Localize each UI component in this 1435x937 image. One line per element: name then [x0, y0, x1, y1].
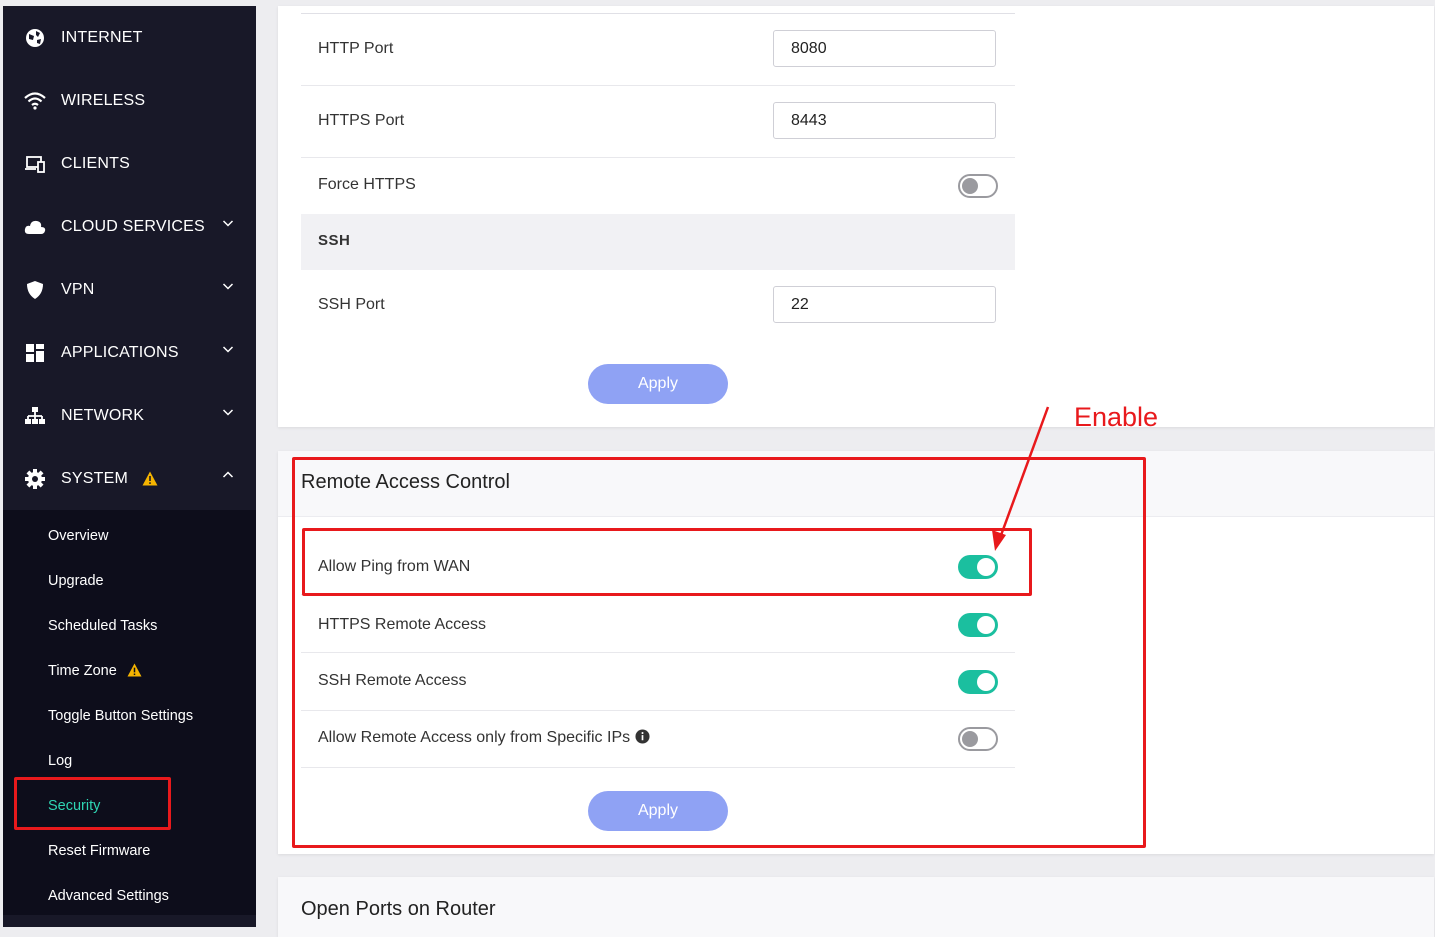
open-ports-card-header: Open Ports on Router: [278, 877, 1434, 937]
ssh-remote-access-toggle[interactable]: [958, 670, 998, 694]
ssh-section-title: SSH: [318, 232, 351, 249]
gear-icon: [24, 468, 46, 490]
specific-ips-toggle[interactable]: [958, 727, 998, 751]
sidebar-item-label: INTERNET: [61, 28, 143, 46]
ssh-port-input[interactable]: [773, 286, 996, 323]
network-icon: [24, 405, 46, 427]
info-icon[interactable]: [635, 729, 650, 744]
submenu-item-log[interactable]: Log: [48, 749, 72, 773]
https-port-input[interactable]: [773, 102, 996, 139]
ssh-remote-access-row: SSH Remote Access: [301, 653, 1015, 711]
apps-grid-icon: [24, 342, 46, 364]
globe-icon: [24, 27, 46, 49]
sidebar-item-label: WIRELESS: [61, 91, 146, 109]
submenu-item-reset-firmware[interactable]: Reset Firmware: [48, 839, 150, 863]
sidebar-item-cloud-services[interactable]: CLOUD SERVICES: [3, 195, 256, 258]
remote-access-card-header: Remote Access Control: [278, 451, 1434, 517]
force-https-row: Force HTTPS: [301, 158, 1015, 214]
remote-access-card: Remote Access Control Allow Ping from WA…: [278, 451, 1434, 854]
allow-ping-toggle[interactable]: [958, 555, 998, 579]
ssh-port-label: SSH Port: [318, 296, 385, 313]
http-port-input[interactable]: [773, 30, 996, 67]
force-https-label: Force HTTPS: [318, 176, 416, 193]
sidebar-item-wireless[interactable]: WIRELESS: [3, 69, 256, 132]
submenu-item-upgrade[interactable]: Upgrade: [48, 569, 104, 593]
open-ports-title: Open Ports on Router: [301, 898, 496, 920]
chevron-down-icon: [222, 220, 234, 227]
submenu-item-label: Time Zone: [48, 663, 117, 679]
sidebar-item-internet[interactable]: INTERNET: [3, 6, 256, 69]
sidebar-item-label: SYSTEM: [61, 469, 128, 487]
sidebar-item-clients[interactable]: CLIENTS: [3, 132, 256, 195]
sidebar-item-applications[interactable]: APPLICATIONS: [3, 321, 256, 384]
https-remote-access-label: HTTPS Remote Access: [318, 616, 487, 633]
specific-ips-row: Allow Remote Access only from Specific I…: [301, 710, 1015, 768]
sidebar-footer-strip: [3, 915, 256, 927]
sidebar-item-network[interactable]: NETWORK: [3, 384, 256, 447]
warning-icon: [127, 663, 142, 677]
https-remote-access-toggle[interactable]: [958, 613, 998, 637]
force-https-toggle[interactable]: [958, 174, 998, 198]
devices-icon: [24, 153, 46, 175]
submenu-item-toggle-button-settings[interactable]: Toggle Button Settings: [48, 704, 193, 728]
https-remote-access-row: HTTPS Remote Access: [301, 595, 1015, 653]
allow-ping-row: Allow Ping from WAN: [301, 537, 1015, 595]
card-top-divider: [301, 6, 1015, 14]
ports-card: HTTP Port HTTPS Port Force HTTPS SSH SSH…: [278, 6, 1434, 427]
annotation-text: Enable: [1074, 402, 1159, 432]
open-ports-card: Open Ports on Router: [278, 877, 1434, 937]
https-port-row: HTTPS Port: [301, 86, 1015, 158]
shield-icon: [24, 279, 46, 301]
sidebar-item-system[interactable]: SYSTEM: [3, 447, 256, 510]
https-port-label: HTTPS Port: [318, 112, 405, 129]
sidebar-item-label: CLOUD SERVICES: [61, 217, 205, 235]
specific-ips-label-group: Allow Remote Access only from Specific I…: [318, 729, 650, 747]
submenu-item-security[interactable]: Security: [48, 794, 100, 818]
remote-access-apply-button[interactable]: Apply: [588, 791, 728, 831]
http-port-label: HTTP Port: [318, 40, 394, 57]
cloud-icon: [24, 216, 46, 238]
sidebar-item-vpn[interactable]: VPN: [3, 258, 256, 321]
wifi-icon: [24, 90, 46, 112]
ssh-section-header: SSH: [301, 214, 1015, 270]
chevron-down-icon: [222, 346, 234, 353]
chevron-down-icon: [222, 283, 234, 290]
ssh-port-row: SSH Port: [301, 270, 1015, 342]
submenu-item-scheduled-tasks[interactable]: Scheduled Tasks: [48, 614, 157, 638]
submenu-item-time-zone[interactable]: Time Zone: [48, 659, 142, 683]
chevron-up-icon: [222, 471, 234, 478]
http-port-row: HTTP Port: [301, 14, 1015, 86]
ports-apply-button[interactable]: Apply: [588, 364, 728, 404]
submenu-item-overview[interactable]: Overview: [48, 524, 108, 548]
chevron-down-icon: [222, 409, 234, 416]
system-submenu: Overview Upgrade Scheduled Tasks Time Zo…: [3, 510, 256, 915]
submenu-item-advanced-settings[interactable]: Advanced Settings: [48, 884, 169, 908]
warning-icon: [142, 471, 158, 486]
sidebar-item-label: APPLICATIONS: [61, 343, 179, 361]
sidebar-item-label: NETWORK: [61, 406, 145, 424]
specific-ips-label: Allow Remote Access only from Specific I…: [318, 729, 631, 746]
allow-ping-label: Allow Ping from WAN: [318, 558, 471, 575]
remote-access-title: Remote Access Control: [301, 471, 510, 493]
ssh-remote-access-label: SSH Remote Access: [318, 672, 467, 689]
sidebar-item-label: VPN: [61, 280, 95, 298]
sidebar: INTERNET WIRELESS CLIENTS CLOUD SERVICES…: [3, 6, 256, 927]
sidebar-item-label: CLIENTS: [61, 154, 130, 172]
